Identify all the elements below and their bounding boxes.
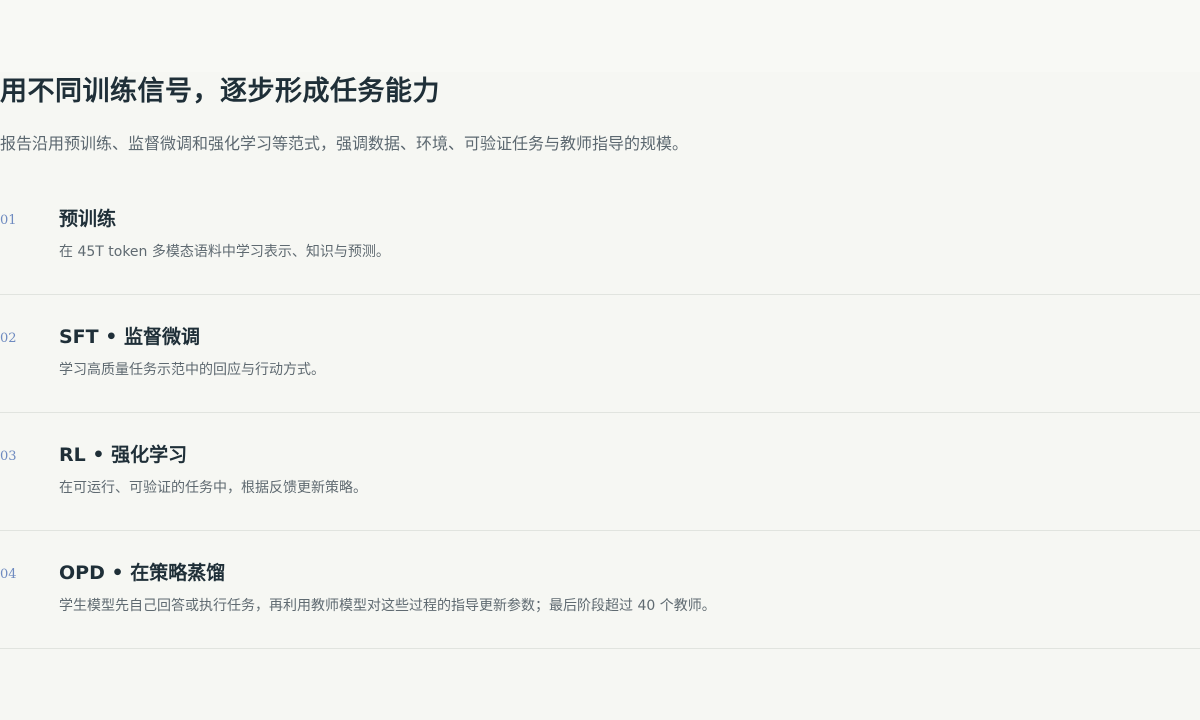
step-description: 学生模型先自己回答或执行任务，再利用教师模型对这些过程的指导更新参数；最后阶段超…: [59, 598, 716, 614]
step-title: SFT • 监督微调: [59, 326, 200, 348]
step-title: OPD • 在策略蒸馏: [59, 562, 226, 584]
page-title: 用不同训练信号，逐步形成任务能力: [0, 76, 440, 107]
step-description: 学习高质量任务示范中的回应与行动方式。: [59, 362, 325, 378]
step-description: 在可运行、可验证的任务中，根据反馈更新策略。: [59, 480, 367, 496]
step-title: 预训练: [59, 208, 117, 230]
step-number: 04: [0, 567, 17, 582]
step-number: 02: [0, 331, 17, 346]
step-item-sft: 02 SFT • 监督微调 学习高质量任务示范中的回应与行动方式。: [0, 295, 1200, 413]
step-number: 01: [0, 213, 17, 228]
step-item-pretraining: 01 预训练 在 45T token 多模态语料中学习表示、知识与预测。: [0, 177, 1200, 295]
step-item-rl: 03 RL • 强化学习 在可运行、可验证的任务中，根据反馈更新策略。: [0, 413, 1200, 531]
step-number: 03: [0, 449, 17, 464]
page: 用不同训练信号，逐步形成任务能力 报告沿用预训练、监督微调和强化学习等范式，强调…: [0, 0, 1200, 720]
step-title: RL • 强化学习: [59, 444, 188, 466]
training-steps-list: 01 预训练 在 45T token 多模态语料中学习表示、知识与预测。 02 …: [0, 177, 1200, 649]
step-item-opd: 04 OPD • 在策略蒸馏 学生模型先自己回答或执行任务，再利用教师模型对这些…: [0, 531, 1200, 649]
step-description: 在 45T token 多模态语料中学习表示、知识与预测。: [59, 244, 390, 260]
top-band: [0, 0, 1200, 72]
page-subtitle: 报告沿用预训练、监督微调和强化学习等范式，强调数据、环境、可验证任务与教师指导的…: [0, 134, 689, 153]
